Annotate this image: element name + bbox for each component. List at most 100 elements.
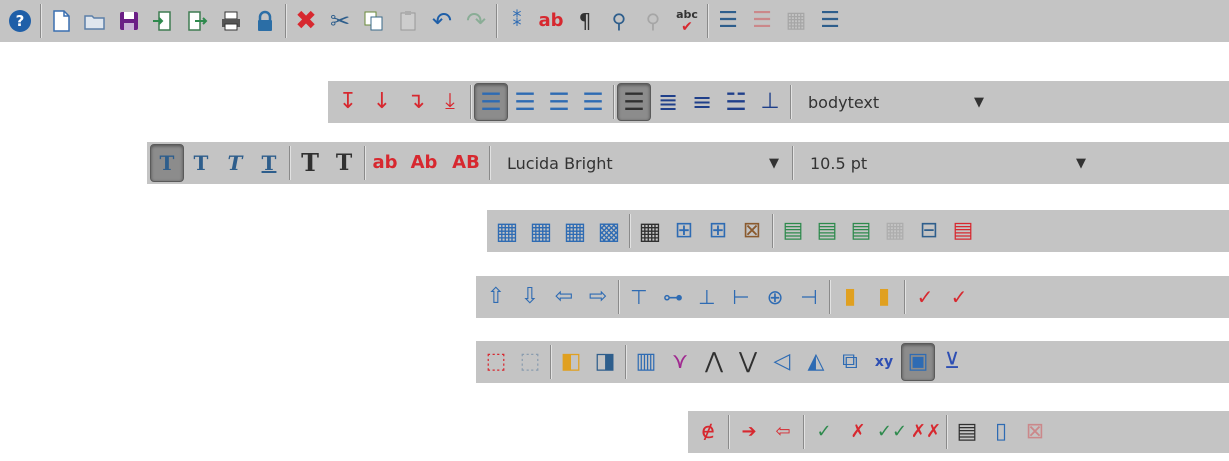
- font-style-normal-icon[interactable]: T: [150, 144, 184, 182]
- merge-cells-icon[interactable]: ▦: [878, 212, 912, 250]
- find-next-icon[interactable]: ⚲: [636, 2, 670, 40]
- accept-icon[interactable]: ✓: [807, 413, 841, 451]
- send-backward-icon[interactable]: ▮: [867, 278, 901, 316]
- valign-bottom-icon[interactable]: ▤: [844, 212, 878, 250]
- save-icon[interactable]: [112, 2, 146, 40]
- table-delete-icon[interactable]: ▤: [946, 212, 980, 250]
- align-top-icon[interactable]: ⊤: [622, 278, 656, 316]
- bring-to-front-icon[interactable]: ◧: [554, 343, 588, 381]
- connector-1-icon[interactable]: ⋎: [663, 343, 697, 381]
- wrap-icon[interactable]: ⊻: [935, 343, 969, 381]
- paste-icon[interactable]: [391, 2, 425, 40]
- reject-change-icon[interactable]: ✓: [942, 278, 976, 316]
- grid-view-icon[interactable]: ▦: [779, 2, 813, 40]
- bring-forward-icon[interactable]: ▮: [833, 278, 867, 316]
- document-view-icon[interactable]: ▤: [950, 413, 984, 451]
- connector-2-icon[interactable]: ⋀: [697, 343, 731, 381]
- import-icon[interactable]: [146, 2, 180, 40]
- table-select-icon[interactable]: ▦: [633, 212, 667, 250]
- table-grid-1-icon[interactable]: ▦: [490, 212, 524, 250]
- spacing-custom-icon[interactable]: ⊥: [753, 83, 787, 121]
- track-change-icon[interactable]: ɇ: [691, 413, 725, 451]
- group-icon[interactable]: ⬚: [479, 343, 513, 381]
- lock-icon[interactable]: [248, 2, 282, 40]
- previous-change-icon[interactable]: ⇦: [766, 413, 800, 451]
- ungroup-icon[interactable]: ⬚: [513, 343, 547, 381]
- connector-3-icon[interactable]: ⋁: [731, 343, 765, 381]
- spacing-double-icon[interactable]: ≡: [685, 83, 719, 121]
- indent-arrow-4-icon[interactable]: ⤓: [433, 83, 467, 121]
- lined-page-icon[interactable]: ☰: [745, 2, 779, 40]
- open-folder-icon[interactable]: [78, 2, 112, 40]
- align-hcenter-icon[interactable]: ⊕: [758, 278, 792, 316]
- accept-all-icon[interactable]: ✓✓: [875, 413, 909, 451]
- spacing-1-5-icon[interactable]: ≣: [651, 83, 685, 121]
- font-name-select[interactable]: Lucida Bright ▼: [493, 144, 789, 182]
- insert-column-icon[interactable]: ⊞: [701, 212, 735, 250]
- send-to-back-icon[interactable]: ◨: [588, 343, 622, 381]
- move-left-icon[interactable]: ⇦: [547, 278, 581, 316]
- find-format-icon[interactable]: ⚲: [602, 2, 636, 40]
- distribute-icon[interactable]: ▥: [629, 343, 663, 381]
- export-icon[interactable]: [180, 2, 214, 40]
- insert-row-icon[interactable]: ⊞: [667, 212, 701, 250]
- align-obj-right-icon[interactable]: ⊣: [792, 278, 826, 316]
- valign-middle-icon[interactable]: ▤: [810, 212, 844, 250]
- move-right-icon[interactable]: ⇨: [581, 278, 615, 316]
- flip-icon[interactable]: ◭: [799, 343, 833, 381]
- align-bottom-icon[interactable]: ⊥: [690, 278, 724, 316]
- accept-change-icon[interactable]: ✓: [908, 278, 942, 316]
- table-grid-4-icon[interactable]: ▩: [592, 212, 626, 250]
- font-style-bold-icon[interactable]: T: [184, 144, 218, 182]
- blank-page-icon[interactable]: ▯: [984, 413, 1018, 451]
- table-properties-icon[interactable]: ⊟: [912, 212, 946, 250]
- spacing-wide-icon[interactable]: ☱: [719, 83, 753, 121]
- help-icon[interactable]: ?: [3, 2, 37, 40]
- print-icon[interactable]: [214, 2, 248, 40]
- line-spacing-icon[interactable]: ☰: [813, 2, 847, 40]
- lowercase-button[interactable]: ab: [368, 144, 402, 182]
- page-view-icon[interactable]: ☰: [711, 2, 745, 40]
- fit-frame-icon[interactable]: ▣: [901, 343, 935, 381]
- uppercase-button[interactable]: AB: [446, 144, 486, 182]
- align-right-icon[interactable]: ☰: [508, 83, 542, 121]
- move-down-icon[interactable]: ⇩: [513, 278, 547, 316]
- align-vcenter-icon[interactable]: ⊶: [656, 278, 690, 316]
- font-size-select[interactable]: 10.5 pt ▼: [796, 144, 1096, 182]
- find-icon[interactable]: ⁑: [500, 2, 534, 40]
- valign-top-icon[interactable]: ▤: [776, 212, 810, 250]
- shear-icon[interactable]: ◁: [765, 343, 799, 381]
- spellcheck-icon[interactable]: abc ✔: [670, 2, 704, 40]
- reject-all-icon[interactable]: ✗✗: [909, 413, 943, 451]
- align-left-icon[interactable]: ☰: [474, 83, 508, 121]
- new-document-icon[interactable]: [44, 2, 78, 40]
- indent-arrow-3-icon[interactable]: ↴: [399, 83, 433, 121]
- coordinates-icon[interactable]: xy: [867, 343, 901, 381]
- copy-icon[interactable]: [357, 2, 391, 40]
- indent-arrow-1-icon[interactable]: ↧: [331, 83, 365, 121]
- font-style-underline-icon[interactable]: T: [252, 144, 286, 182]
- paragraph-marks-icon[interactable]: ¶: [568, 2, 602, 40]
- align-center-icon[interactable]: ☰: [542, 83, 576, 121]
- move-up-icon[interactable]: ⇧: [479, 278, 513, 316]
- delete-icon[interactable]: ✖: [289, 2, 323, 40]
- font-style-italic-icon[interactable]: T: [218, 144, 252, 182]
- paragraph-style-select[interactable]: bodytext ▼: [794, 83, 994, 121]
- cut-icon[interactable]: ✂: [323, 2, 357, 40]
- table-grid-3-icon[interactable]: ▦: [558, 212, 592, 250]
- undo-icon[interactable]: ↶: [425, 2, 459, 40]
- grow-font-icon[interactable]: T: [293, 144, 327, 182]
- titlecase-button[interactable]: Ab: [402, 144, 446, 182]
- reject-icon[interactable]: ✗: [841, 413, 875, 451]
- next-change-icon[interactable]: ➔: [732, 413, 766, 451]
- resize-icon[interactable]: ⧉: [833, 343, 867, 381]
- align-obj-left-icon[interactable]: ⊢: [724, 278, 758, 316]
- spacing-single-icon[interactable]: ☰: [617, 83, 651, 121]
- split-cells-icon[interactable]: ⊠: [735, 212, 769, 250]
- indent-arrow-2-icon[interactable]: ↓: [365, 83, 399, 121]
- table-grid-2-icon[interactable]: ▦: [524, 212, 558, 250]
- redo-icon[interactable]: ↷: [459, 2, 493, 40]
- shrink-font-icon[interactable]: T: [327, 144, 361, 182]
- align-justify-icon[interactable]: ☰: [576, 83, 610, 121]
- replace-button[interactable]: ab: [534, 2, 568, 40]
